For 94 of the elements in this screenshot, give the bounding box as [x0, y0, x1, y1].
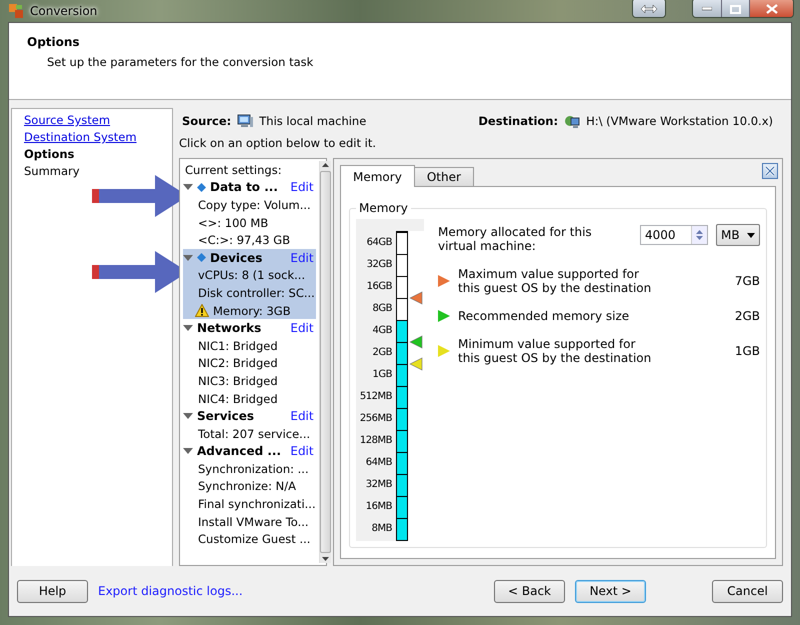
- edit-link[interactable]: Edit: [290, 409, 316, 424]
- computer-icon: [237, 114, 254, 128]
- setting-value: <C:>: 97,43 GB: [198, 233, 290, 248]
- close-icon: [766, 4, 778, 14]
- setting-value: NIC1: Bridged: [198, 338, 278, 353]
- network-computer-icon: [564, 114, 580, 128]
- scale-label: 8GB: [372, 302, 392, 316]
- wizard-step-link[interactable]: Source System: [24, 113, 160, 127]
- scale-label: 32GB: [366, 258, 392, 272]
- group-title: Memory: [358, 201, 409, 215]
- wizard-step-link[interactable]: Options: [24, 147, 160, 161]
- setting-value: Memory: 3GB: [213, 304, 291, 318]
- scale-label: 16MB: [366, 500, 392, 514]
- scale-label: 16GB: [366, 280, 392, 294]
- setting-value: Synchronization: ...: [198, 462, 309, 476]
- resize-arrows-icon: [641, 5, 657, 13]
- scale-label: 64MB: [366, 456, 392, 470]
- scale-label: 64GB: [366, 236, 392, 250]
- tab[interactable]: Other: [414, 167, 474, 187]
- close-button[interactable]: [762, 163, 778, 179]
- next-button[interactable]: Next >: [575, 580, 646, 602]
- scale-label: 256MB: [360, 412, 392, 426]
- scale-label: 8MB: [372, 522, 392, 536]
- window-title: Conversion: [30, 4, 98, 18]
- scale-label: 128MB: [360, 434, 392, 448]
- setting-value: NIC2: Bridged: [198, 356, 278, 370]
- source-value: This local machine: [259, 114, 366, 128]
- export-logs-link[interactable]: Export diagnostic logs...: [98, 584, 243, 598]
- list-title: Current settings:: [184, 162, 282, 177]
- scale-label: 32MB: [366, 478, 392, 492]
- setting-value: Disk controller: SC...: [198, 286, 315, 300]
- memory-spinner[interactable]: 4000: [640, 225, 708, 245]
- setting-value: Total: 207 service...: [198, 426, 310, 441]
- collapse-icon[interactable]: [183, 447, 193, 456]
- scale-label: 4GB: [372, 324, 392, 338]
- edit-link[interactable]: Edit: [290, 444, 316, 458]
- wizard-step-link[interactable]: Destination System: [24, 130, 160, 144]
- setting-value: Customize Guest ...: [198, 532, 310, 546]
- setting-value: Install VMware To...: [198, 514, 309, 529]
- maximize-icon: [730, 4, 741, 14]
- settings-group-title[interactable]: Services: [197, 409, 286, 424]
- collapse-icon[interactable]: [183, 254, 193, 262]
- minimize-button[interactable]: [693, 0, 721, 17]
- destination-value: H:\ (VMware Workstation 10.0.x): [586, 114, 774, 128]
- diamond-icon: [197, 182, 206, 192]
- page-subtitle: Set up the parameters for the conversion task: [46, 55, 314, 69]
- edit-link[interactable]: Edit: [290, 180, 316, 194]
- diamond-icon: [197, 253, 206, 262]
- setting-value: vCPUs: 8 (1 sock...: [198, 268, 306, 282]
- instruction-text: Click on an option below to edit it.: [179, 135, 378, 152]
- limit-value: 2GB: [734, 309, 760, 323]
- settings-group-title[interactable]: Data to ...: [210, 180, 286, 194]
- help-button[interactable]: Help: [17, 580, 88, 602]
- edit-link[interactable]: Edit: [290, 321, 316, 336]
- unit-dropdown[interactable]: MB: [716, 224, 760, 246]
- scroll-down-icon[interactable]: [322, 557, 329, 561]
- scale-label: 1GB: [372, 368, 392, 382]
- setting-value: NIC3: Bridged: [198, 374, 278, 388]
- limit-description: Maximum value supported for this guest OS by the destination: [458, 267, 652, 295]
- limit-description: Minimum value supported for this guest OS by the destination: [458, 337, 652, 365]
- setting-value: <>: 100 MB: [198, 216, 268, 230]
- spin-arrows-icon[interactable]: [696, 229, 703, 241]
- setting-value: Final synchronizati...: [198, 497, 316, 512]
- source-label: Source:: [182, 114, 232, 128]
- page-title: Options: [27, 35, 81, 49]
- memory-allocated-label: Memory allocated for this virtual machine:: [438, 225, 593, 253]
- back-button[interactable]: < Back: [494, 580, 565, 602]
- limit-value: 7GB: [734, 274, 760, 288]
- setting-value: Synchronize: N/A: [198, 479, 296, 494]
- collapse-icon[interactable]: [183, 183, 193, 192]
- minimize-icon: [702, 7, 712, 11]
- edit-link[interactable]: Edit: [290, 250, 316, 265]
- scroll-up-icon[interactable]: [322, 163, 329, 167]
- scrollbar-thumb[interactable]: [320, 171, 331, 553]
- collapse-icon[interactable]: [183, 324, 193, 332]
- limit-value: 1GB: [734, 344, 760, 358]
- setting-value: NIC4: Bridged: [198, 392, 278, 406]
- settings-group-title[interactable]: Networks: [197, 321, 286, 336]
- app-icon: [8, 3, 24, 19]
- setting-value: Copy type: Volum...: [198, 198, 311, 212]
- limit-description: Recommended memory size: [458, 309, 630, 323]
- cancel-button[interactable]: Cancel: [712, 580, 783, 602]
- collapse-icon[interactable]: [183, 412, 193, 420]
- tab[interactable]: Memory: [340, 165, 415, 187]
- scale-label: 2GB: [372, 346, 392, 360]
- scale-label: 512MB: [360, 390, 392, 404]
- close-button[interactable]: [749, 0, 793, 17]
- caret-icon: [747, 232, 755, 238]
- settings-group-title[interactable]: Devices: [210, 250, 286, 265]
- wizard-step-link[interactable]: Summary: [24, 164, 160, 178]
- destination-label: Destination:: [478, 114, 558, 128]
- settings-group-title[interactable]: Advanced ...: [197, 444, 286, 458]
- maximize-button[interactable]: [721, 0, 749, 17]
- close-icon: [764, 165, 776, 177]
